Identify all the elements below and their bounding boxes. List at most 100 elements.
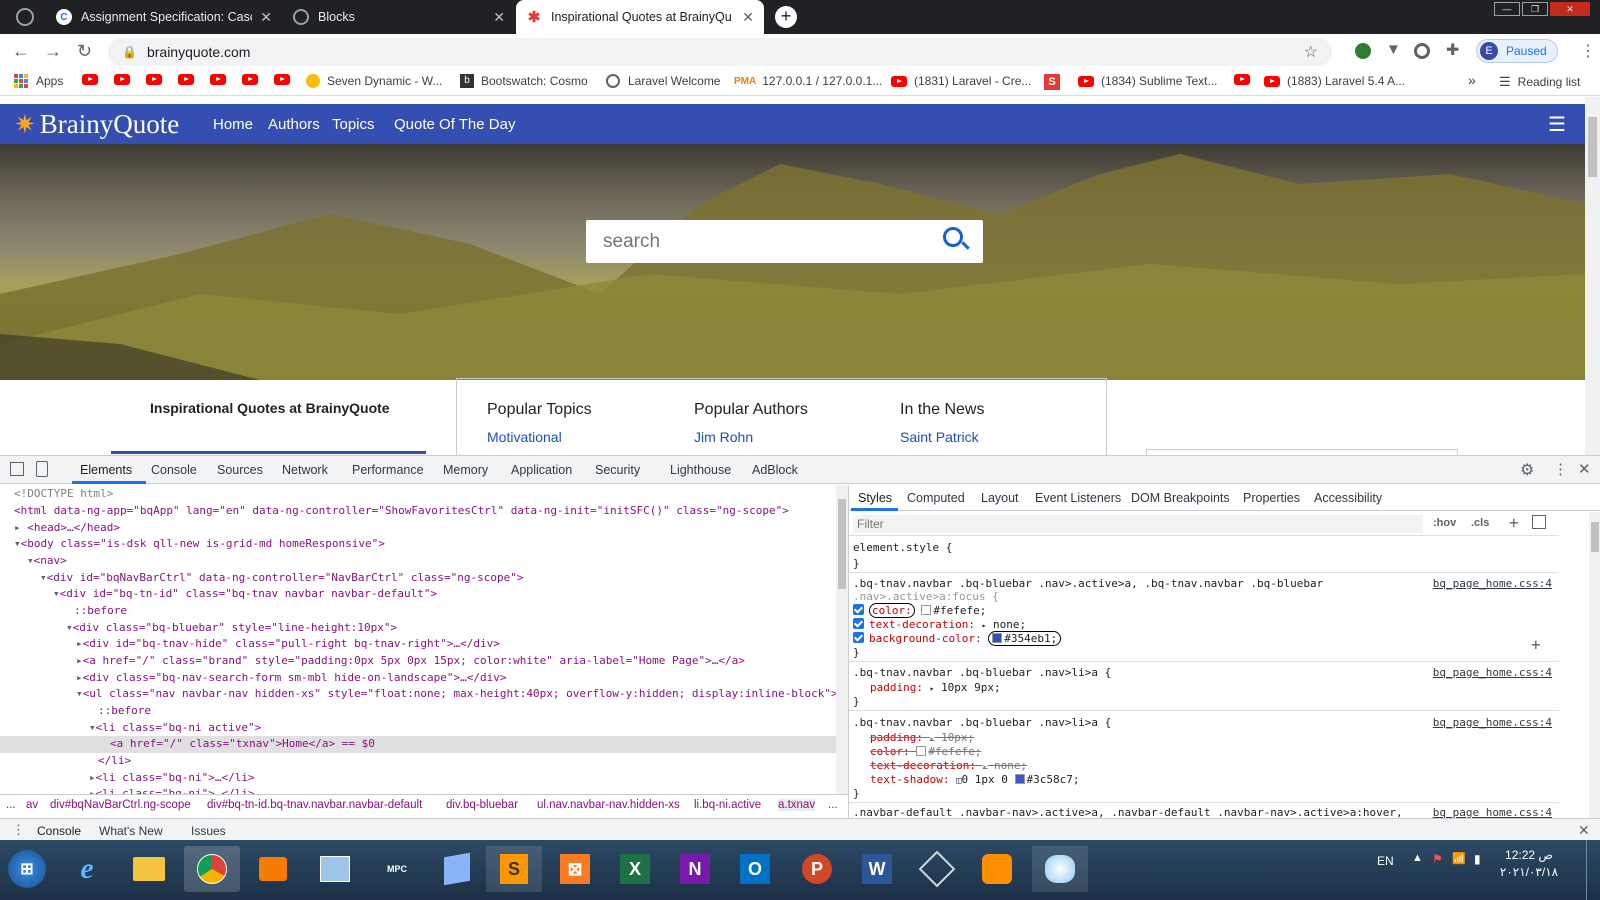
address-bar[interactable]: 🔒 brainyquote.com ☆: [108, 38, 1332, 66]
rule1-prop-background[interactable]: background-color: #354eb1;: [853, 631, 1553, 646]
color-swatch[interactable]: [921, 605, 932, 615]
breadcrumb-item[interactable]: av: [26, 799, 38, 811]
devtools-tab-sources[interactable]: Sources: [217, 463, 263, 477]
breadcrumb-overflow[interactable]: ...: [828, 799, 838, 811]
drawer-tab-issues[interactable]: Issues: [191, 824, 226, 838]
close-drawer-icon[interactable]: ✕: [1578, 822, 1590, 839]
subtab-computed[interactable]: Computed: [907, 491, 965, 505]
subtab-layout[interactable]: Layout: [981, 491, 1019, 505]
dom-node[interactable]: ▾<div id="bq-tn-id" class="bq-tnav navba…: [0, 586, 836, 603]
virtualbox-icon[interactable]: [432, 846, 482, 892]
reading-list[interactable]: ☰ Reading list: [1499, 74, 1580, 90]
bookmark-laravel-welcome[interactable]: Laravel Welcome: [606, 74, 720, 88]
dom-node[interactable]: ▸<a href="/" class="brand" style="paddin…: [0, 653, 836, 670]
bookmark-seven-dynamic[interactable]: Seven Dynamic - W...: [306, 74, 442, 88]
breadcrumb-item[interactable]: div.bq-bluebar: [446, 799, 518, 811]
pseudo-element[interactable]: ::before: [0, 603, 836, 620]
styles-filter-input[interactable]: [853, 515, 1423, 533]
hamburger-menu-icon[interactable]: ☰: [1548, 112, 1566, 137]
tab-assignment[interactable]: C Assignment Specification: Cascac ✕: [46, 0, 282, 34]
devtools-tab-application[interactable]: Application: [511, 463, 572, 477]
chrome-icon[interactable]: [16, 8, 34, 26]
dom-node[interactable]: <!DOCTYPE html>: [0, 486, 836, 503]
dom-node[interactable]: ▾<nav>: [0, 553, 836, 570]
devtools-tab-memory[interactable]: Memory: [443, 463, 488, 477]
nav-home[interactable]: Home: [204, 104, 263, 144]
pseudo-element[interactable]: ::before: [0, 703, 836, 720]
device-toolbar-icon[interactable]: [36, 461, 48, 477]
rule1-source-link[interactable]: bq_page_home.css:4: [1433, 577, 1552, 590]
forward-icon[interactable]: →: [44, 41, 62, 62]
close-icon[interactable]: ✕: [260, 9, 272, 26]
extensions-puzzle-icon[interactable]: ✚: [1446, 40, 1459, 60]
inspect-element-icon[interactable]: [10, 462, 24, 476]
toggle-sidebar-icon[interactable]: [1532, 515, 1546, 529]
youtube-icon[interactable]: [1234, 74, 1257, 85]
rule3-prop-padding[interactable]: padding: ▸ 10px;: [870, 731, 1570, 744]
cls-toggle[interactable]: .cls: [1471, 517, 1489, 529]
dom-node[interactable]: ▸<div id="bq-tnav-hide" class="pull-righ…: [0, 636, 836, 653]
bookmark-sublime[interactable]: (1834) Sublime Text...: [1078, 74, 1218, 88]
dom-node[interactable]: ▾<body class="is-dsk qll-new is-grid-md …: [0, 536, 836, 553]
youtube-icon[interactable]: [274, 74, 297, 85]
new-tab-button[interactable]: +: [775, 6, 797, 28]
extension-v-icon[interactable]: ▼: [1386, 41, 1401, 58]
element-style-rule[interactable]: element.style {: [853, 541, 1553, 554]
devtools-tab-performance[interactable]: Performance: [352, 463, 424, 477]
bookmarks-overflow-icon[interactable]: »: [1468, 72, 1476, 88]
youtube-icon[interactable]: [210, 74, 233, 85]
show-desktop-button[interactable]: [1586, 840, 1600, 900]
elements-scrollbar[interactable]: [836, 485, 848, 794]
action-center-icon[interactable]: ⚑: [1432, 852, 1443, 866]
file-explorer-icon[interactable]: [124, 846, 174, 892]
rule2-source-link[interactable]: bq_page_home.css:4: [1433, 666, 1552, 679]
language-indicator[interactable]: EN: [1377, 854, 1394, 868]
close-devtools-icon[interactable]: ✕: [1578, 460, 1591, 478]
bookmark-laravel-54[interactable]: (1883) Laravel 5.4 A...: [1264, 74, 1405, 88]
styles-scrollbar[interactable]: [1589, 512, 1600, 818]
rule1-prop-text-decoration[interactable]: text-decoration: ▸ none;: [853, 618, 1553, 631]
rule3-prop-text-decoration[interactable]: text-decoration: ▸ none;: [870, 759, 1570, 772]
dom-node[interactable]: ▸<div class="bq-nav-search-form sm-mbl h…: [0, 670, 836, 687]
star-icon[interactable]: ☆: [1304, 42, 1318, 62]
dom-node[interactable]: </li>: [0, 753, 836, 770]
devtools-tab-security[interactable]: Security: [595, 463, 640, 477]
internet-explorer-icon[interactable]: e: [62, 846, 112, 892]
clock-date[interactable]: ٢٠٢١/٠٣/١٨: [1494, 865, 1564, 879]
window-close-icon[interactable]: ✕: [1550, 2, 1590, 16]
devtools-tab-console[interactable]: Console: [151, 463, 197, 477]
rule4-selector[interactable]: .navbar-default .navbar-nav>.active>a, .…: [853, 806, 1423, 818]
scrollbar-thumb[interactable]: [1588, 117, 1597, 177]
checkbox-icon[interactable]: [853, 618, 864, 629]
checkbox-icon[interactable]: [853, 604, 864, 615]
bookmark-phpmyadmin[interactable]: PMA 127.0.0.1 / 127.0.0.1...: [734, 74, 882, 88]
dom-node[interactable]: ▸<li class="bq-ni">…</li>: [0, 770, 836, 787]
dom-node[interactable]: <html data-ng-app="bqApp" lang="en" data…: [0, 503, 836, 520]
menu-dots-icon[interactable]: ⋮: [1580, 41, 1596, 61]
youtube-icon[interactable]: [242, 74, 265, 85]
scrollbar-thumb[interactable]: [1591, 522, 1599, 552]
paint-icon[interactable]: [1032, 846, 1088, 892]
breadcrumb-item[interactable]: li.bq-ni.active: [694, 799, 761, 811]
rule2-prop-padding[interactable]: padding: ▸ 10px 9px;: [870, 681, 1570, 694]
chrome-taskbar-icon[interactable]: [184, 846, 240, 892]
nav-authors[interactable]: Authors: [259, 104, 329, 144]
powerpoint-icon[interactable]: P: [792, 846, 842, 892]
bookmark-laravel-cre[interactable]: (1831) Laravel - Cre...: [891, 74, 1031, 88]
color-swatch[interactable]: [916, 746, 927, 756]
breadcrumb-item[interactable]: ul.nav.navbar-nav.hidden-xs: [537, 799, 680, 811]
network-signal-icon[interactable]: 📶: [1452, 852, 1466, 865]
breadcrumb-item[interactable]: div#bqNavBarCtrl.ng-scope: [50, 799, 191, 811]
brand-link[interactable]: ✷ BrainyQuote: [14, 108, 179, 140]
drawer-tab-console[interactable]: Console: [37, 824, 81, 838]
selected-dom-node[interactable]: <a href="/" class="txnav">Home</a> == $0: [0, 736, 836, 753]
subtab-styles[interactable]: Styles: [858, 491, 892, 505]
profile-button[interactable]: E Paused: [1476, 39, 1558, 63]
dom-node[interactable]: ▾<ul class="nav navbar-nav hidden-xs" st…: [0, 686, 838, 703]
color-swatch[interactable]: [992, 633, 1003, 643]
media-player-icon[interactable]: [248, 846, 298, 892]
dom-node[interactable]: ▾<div class="bq-bluebar" style="line-hei…: [0, 620, 836, 637]
bookmark-s-icon[interactable]: S: [1044, 74, 1060, 90]
devtools-tab-network[interactable]: Network: [282, 463, 328, 477]
youtube-icon[interactable]: [114, 74, 137, 85]
